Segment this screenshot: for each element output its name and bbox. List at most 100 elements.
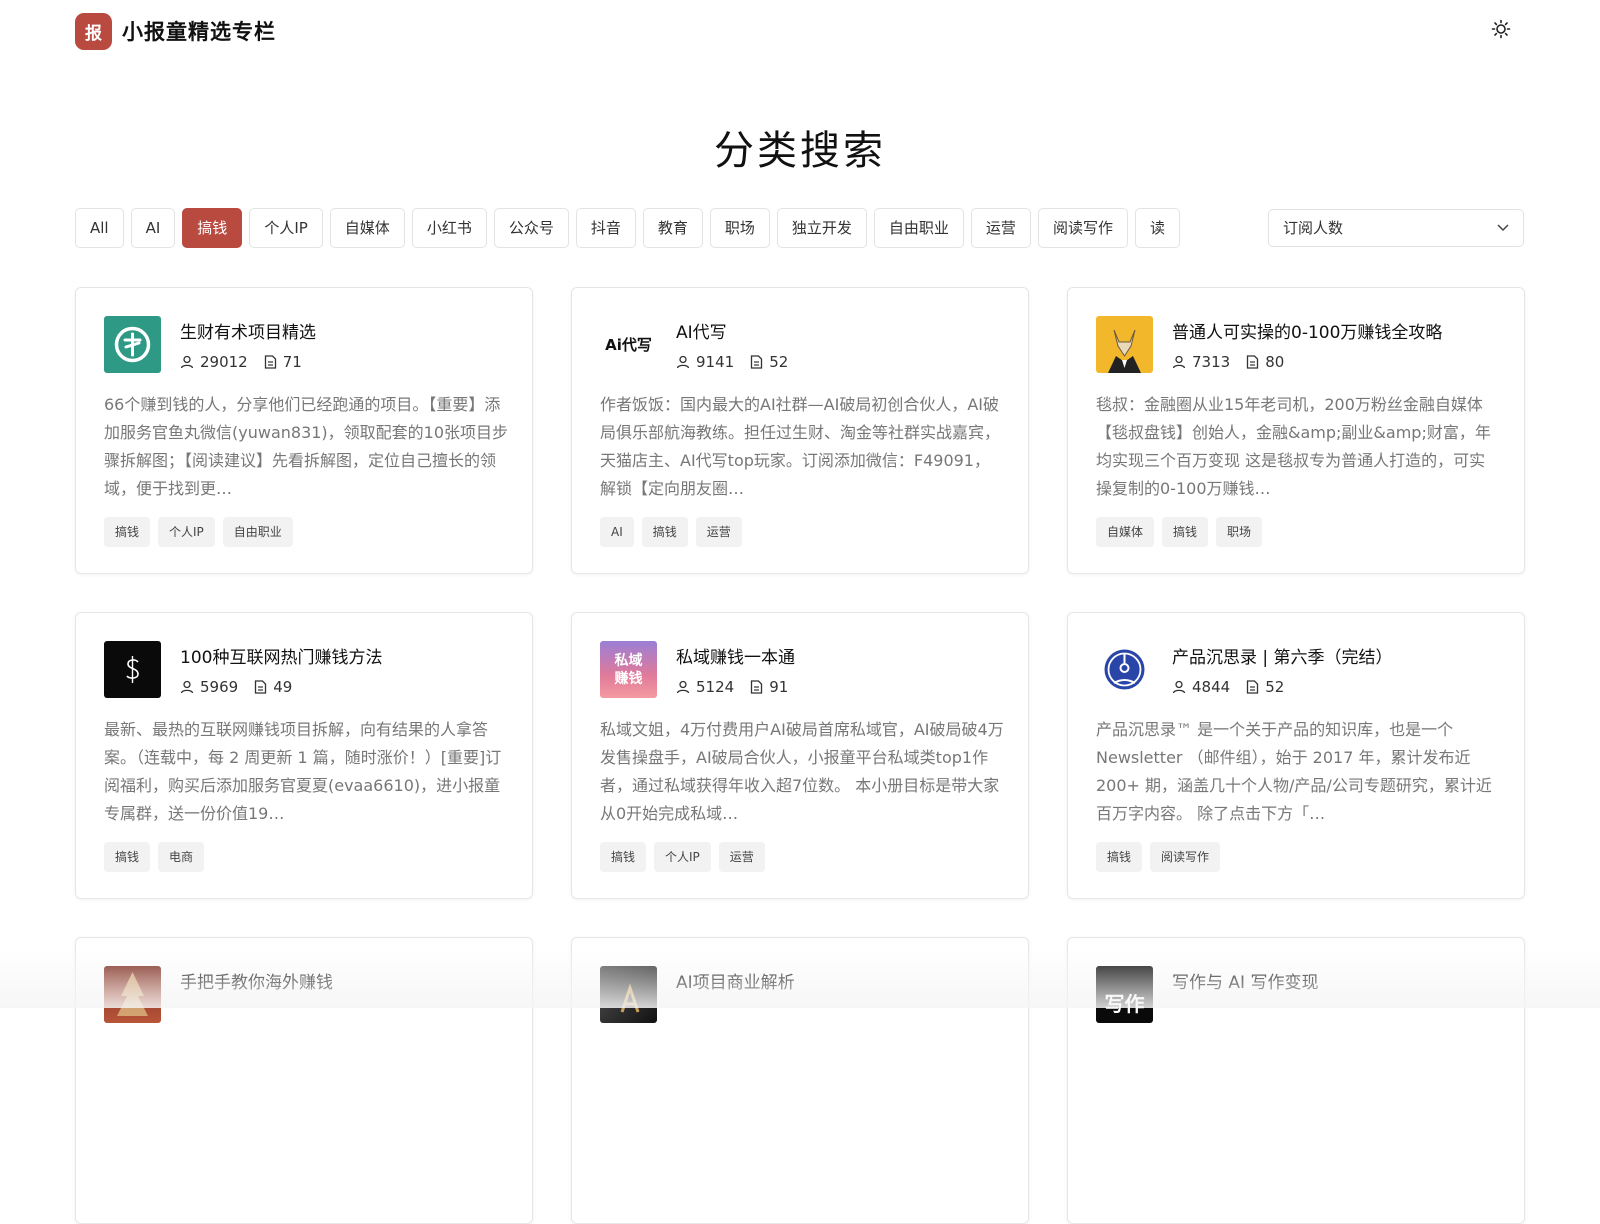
card-stats: 9141 52 — [676, 353, 804, 371]
card-title[interactable]: 生财有术项目精选 — [180, 318, 316, 343]
card-tag[interactable]: AI — [600, 517, 634, 547]
card-tag[interactable]: 搞钱 — [104, 517, 151, 547]
filter-chip[interactable]: 阅读写作 — [1037, 208, 1128, 248]
subscriber-count: 9141 — [696, 353, 735, 371]
subscriber-count: 7313 — [1192, 353, 1231, 371]
document-icon — [750, 680, 763, 694]
card-tags: 搞钱 个人IP 自由职业 — [104, 517, 301, 547]
article-count: 91 — [769, 678, 789, 696]
thumb-text: 写作 — [1104, 992, 1145, 1016]
document-icon — [1246, 680, 1259, 694]
card-title[interactable]: 私域赚钱一本通 — [676, 643, 795, 668]
filter-chip-active[interactable]: 搞钱 — [182, 208, 243, 248]
card-tags: AI 搞钱 运营 — [600, 517, 750, 547]
category-filter-bar: All AI 搞钱 个人IP 自媒体 小红书 公众号 抖音 教育 职场 独立开发 自由职业 运营 阅读写作… — [75, 208, 1233, 250]
site-logo[interactable]: 报 — [75, 13, 112, 50]
card-tags: 搞钱 个人IP 运营 — [600, 842, 773, 872]
card-description: 产品沉思录™ 是一个关于产品的知识库，也是一个 Newsletter （邮件组）… — [1096, 720, 1492, 823]
column-card[interactable]: 100种互联网热门赚钱方法 5969 49 最新、最热的互联网赚钱项目拆解，向有… — [75, 612, 533, 899]
filter-chip[interactable]: 独立开发 — [776, 208, 867, 248]
writing-logo: 写作 — [1096, 966, 1153, 1023]
thumb-text: Ai代写 — [605, 336, 652, 354]
card-tag[interactable]: 职场 — [1216, 517, 1263, 547]
column-card[interactable]: 普通人可实操的0-100万赚钱全攻略 7313 80 毯叔：金融圈从业15年老司… — [1067, 287, 1525, 574]
column-card[interactable]: 写作 写作与 AI 写作变现 — [1067, 937, 1525, 1224]
column-card[interactable]: 私域 赚钱 私域赚钱一本通 5124 91 私域文姐，4万付费用户AI破局首席私… — [571, 612, 1029, 899]
card-title[interactable]: AI代写 — [676, 318, 727, 343]
filter-chip[interactable]: 公众号 — [493, 208, 569, 248]
card-tag[interactable]: 个人IP — [158, 517, 215, 547]
filter-chip[interactable]: All — [75, 208, 124, 248]
card-description: 作者饭饭：国内最大的AI社群—AI破局初创合伙人，AI破局俱乐部航海教练。担任过… — [600, 395, 1001, 498]
card-tag[interactable]: 搞钱 — [600, 842, 647, 872]
filter-chip[interactable]: 读 — [1134, 208, 1180, 248]
card-title[interactable]: AI项目商业解析 — [676, 968, 795, 993]
filter-chip[interactable]: 职场 — [709, 208, 770, 248]
card-tag[interactable]: 运营 — [695, 517, 742, 547]
article-count: 52 — [1265, 678, 1285, 696]
subscriber-count: 5124 — [696, 678, 735, 696]
article-count: 80 — [1265, 353, 1285, 371]
card-description: 66个赚到钱的人，分享他们已经跑通的项目。【重要】添加服务官鱼丸微信(yuwan… — [104, 395, 509, 498]
card-title[interactable]: 产品沉思录 | 第六季（完结） — [1172, 643, 1393, 668]
dollar-icon — [104, 641, 161, 698]
card-tags: 搞钱 电商 — [104, 842, 212, 872]
card-stats: 5969 49 — [180, 678, 308, 696]
card-title[interactable]: 手把手教你海外赚钱 — [180, 968, 333, 993]
filter-chip[interactable]: 运营 — [970, 208, 1031, 248]
card-stats: 29012 71 — [180, 353, 318, 371]
card-tag[interactable]: 搞钱 — [1096, 842, 1143, 872]
filter-chip[interactable]: AI — [130, 208, 176, 248]
card-title[interactable]: 普通人可实操的0-100万赚钱全攻略 — [1172, 318, 1442, 343]
card-title[interactable]: 写作与 AI 写作变现 — [1172, 968, 1318, 993]
card-stats: 7313 80 — [1172, 353, 1300, 371]
subscriber-count: 5969 — [200, 678, 239, 696]
compass-logo-icon — [1096, 641, 1153, 698]
chevron-down-icon — [1497, 210, 1509, 259]
card-tags: 自媒体 搞钱 职场 — [1096, 517, 1270, 547]
document-icon — [750, 355, 763, 369]
sun-icon — [1491, 19, 1511, 43]
page-title: 分类搜索 — [714, 128, 886, 174]
card-tags: 搞钱 阅读写作 — [1096, 842, 1228, 872]
card-description: 最新、最热的互联网赚钱项目拆解，向有结果的人拿答案。（连载中，每 2 周更新 1… — [104, 720, 502, 823]
column-card[interactable]: 产品沉思录 | 第六季（完结） 4844 52 产品沉思录™ 是一个关于产品的知… — [1067, 612, 1525, 899]
card-stats: 5124 91 — [676, 678, 804, 696]
filter-chip[interactable]: 抖音 — [575, 208, 636, 248]
filter-chip[interactable]: 自媒体 — [329, 208, 405, 248]
article-count: 52 — [769, 353, 789, 371]
card-tag[interactable]: 阅读写作 — [1150, 842, 1221, 872]
card-tag[interactable]: 电商 — [158, 842, 205, 872]
card-tag[interactable]: 搞钱 — [104, 842, 151, 872]
ai-letter-image — [600, 966, 657, 1023]
filter-chip[interactable]: 小红书 — [411, 208, 487, 248]
column-card[interactable]: 手把手教你海外赚钱 — [75, 937, 533, 1224]
column-card[interactable]: Ai代写 AI代写 9141 52 作者饭饭：国内最大的AI社群—AI破局初创合… — [571, 287, 1029, 574]
coin-logo-icon — [104, 316, 161, 373]
subscriber-count: 4844 — [1192, 678, 1231, 696]
card-description: 毯叔：金融圈从业15年老司机，200万粉丝金融自媒体【毯叔盘钱】创始人，金融&a… — [1096, 395, 1491, 498]
card-tag[interactable]: 搞钱 — [1162, 517, 1209, 547]
column-card[interactable]: 生财有术项目精选 29012 71 66个赚到钱的人，分享他们已经跑通的项目。【… — [75, 287, 533, 574]
user-icon — [180, 355, 194, 369]
user-icon — [1172, 680, 1186, 694]
column-card[interactable]: AI项目商业解析 — [571, 937, 1029, 1224]
card-tag[interactable]: 个人IP — [654, 842, 711, 872]
document-icon — [264, 355, 277, 369]
card-tag[interactable]: 运营 — [718, 842, 765, 872]
sort-select[interactable]: 订阅人数 — [1268, 209, 1524, 247]
card-tag[interactable]: 自媒体 — [1096, 517, 1155, 547]
thumb-text-line: 私域 — [614, 652, 643, 669]
ai-writing-logo: Ai代写 — [600, 316, 657, 373]
site-title[interactable]: 小报童精选专栏 — [122, 16, 276, 46]
card-tag[interactable]: 搞钱 — [641, 517, 688, 547]
filter-chip[interactable]: 自由职业 — [873, 208, 964, 248]
card-tag[interactable]: 自由职业 — [222, 517, 293, 547]
filter-chip[interactable]: 个人IP — [249, 208, 323, 248]
theme-toggle-button[interactable] — [1488, 18, 1514, 44]
user-icon — [676, 680, 690, 694]
card-description: 私域文姐，4万付费用户AI破局首席私域官，AI破局破4万发售操盘手，AI破局合伙… — [600, 720, 1004, 823]
document-icon — [254, 680, 267, 694]
card-title[interactable]: 100种互联网热门赚钱方法 — [180, 643, 382, 668]
filter-chip[interactable]: 教育 — [642, 208, 703, 248]
